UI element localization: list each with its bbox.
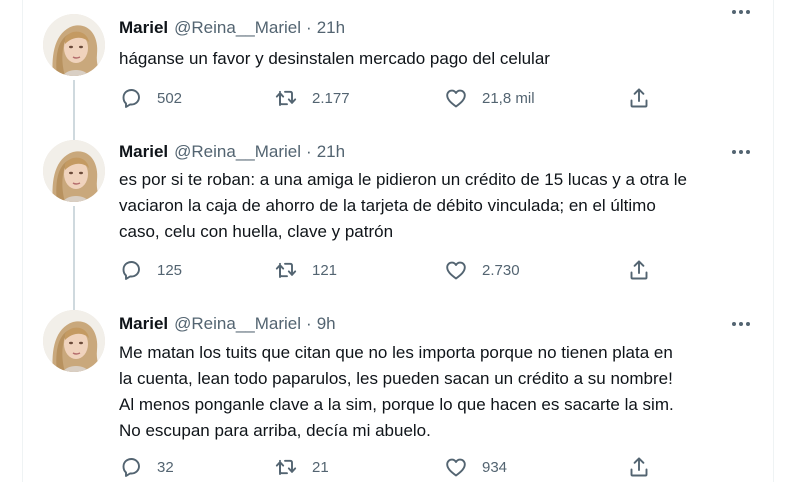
thread-line: [73, 206, 75, 310]
reply-button[interactable]: 125: [119, 257, 182, 283]
like-button[interactable]: 2.730: [444, 257, 520, 283]
more-options-button[interactable]: [729, 314, 753, 334]
tweet-actions: 502 2.177 21,8 mil: [119, 85, 659, 111]
separator-dot: ·: [306, 18, 312, 37]
tweet-text: háganse un favor y desinstalen mercado p…: [119, 49, 550, 68]
profile-photo: [43, 310, 105, 372]
tweet-header: Mariel @Reina__Mariel · 21h: [119, 140, 345, 164]
more-options-button[interactable]: [729, 2, 753, 22]
author-name[interactable]: Mariel: [119, 314, 168, 334]
heart-icon: [444, 455, 468, 479]
retweet-count: 121: [312, 261, 338, 279]
retweet-icon: [274, 86, 298, 110]
share-icon: [627, 86, 651, 110]
like-count: 934: [482, 458, 508, 476]
heart-icon: [444, 86, 468, 110]
retweet-button[interactable]: 21: [274, 454, 329, 480]
share-icon: [627, 258, 651, 282]
separator-dot: ·: [306, 142, 312, 161]
like-button[interactable]: 21,8 mil: [444, 85, 535, 111]
avatar[interactable]: [43, 14, 105, 76]
reply-icon: [119, 86, 143, 110]
more-options-button[interactable]: [729, 142, 753, 162]
author-name[interactable]: Mariel: [119, 142, 168, 162]
retweet-icon: [274, 455, 298, 479]
reply-count: 32: [157, 458, 174, 476]
tweet-actions: 32 21 934: [119, 454, 659, 480]
heart-icon: [444, 258, 468, 282]
like-count: 21,8 mil: [482, 89, 535, 107]
reply-button[interactable]: 502: [119, 85, 182, 111]
more-horizontal-icon: [729, 142, 753, 162]
retweet-button[interactable]: 2.177: [274, 85, 350, 111]
timestamp[interactable]: 21h: [317, 18, 345, 38]
retweet-button[interactable]: 121: [274, 257, 337, 283]
retweet-icon: [274, 258, 298, 282]
tweet-text: es por si te roban: a una amiga le pidie…: [119, 170, 687, 241]
author-name[interactable]: Mariel: [119, 18, 168, 38]
author-handle[interactable]: @Reina__Mariel: [174, 142, 301, 162]
tweet-header: Mariel @Reina__Mariel · 9h: [119, 312, 336, 336]
reply-count: 502: [157, 89, 183, 107]
timestamp[interactable]: 21h: [317, 142, 345, 162]
author-handle[interactable]: @Reina__Mariel: [174, 314, 301, 334]
avatar[interactable]: [43, 140, 105, 202]
profile-photo: [43, 140, 105, 202]
more-horizontal-icon: [729, 2, 753, 22]
thread-line: [73, 80, 75, 140]
tweet-1[interactable]: Mariel @Reina__Mariel · 21h háganse un f…: [23, 0, 773, 140]
share-icon: [627, 455, 651, 479]
reply-icon: [119, 258, 143, 282]
like-button[interactable]: 934: [444, 454, 507, 480]
retweet-count: 2.177: [312, 89, 350, 107]
tweet-actions: 125 121 2.730: [119, 257, 659, 283]
reply-button[interactable]: 32: [119, 454, 174, 480]
tweet-2[interactable]: Mariel @Reina__Mariel · 21h es por si te…: [23, 140, 773, 310]
like-count: 2.730: [482, 261, 520, 279]
tweet-header: Mariel @Reina__Mariel · 21h: [119, 16, 345, 40]
more-horizontal-icon: [729, 314, 753, 334]
tweet-text: Me matan los tuits que citan que no les …: [119, 343, 674, 440]
share-button[interactable]: [627, 85, 665, 111]
author-handle[interactable]: @Reina__Mariel: [174, 18, 301, 38]
separator-dot: ·: [306, 314, 312, 333]
thread-container: Mariel @Reina__Mariel · 21h háganse un f…: [22, 0, 774, 482]
reply-count: 125: [157, 261, 183, 279]
retweet-count: 21: [312, 458, 329, 476]
profile-photo: [43, 14, 105, 76]
reply-icon: [119, 455, 143, 479]
share-button[interactable]: [627, 257, 665, 283]
avatar[interactable]: [43, 310, 105, 372]
tweet-3[interactable]: Mariel @Reina__Mariel · 9h Me matan los …: [23, 310, 773, 482]
share-button[interactable]: [627, 454, 665, 480]
timestamp[interactable]: 9h: [317, 314, 336, 334]
